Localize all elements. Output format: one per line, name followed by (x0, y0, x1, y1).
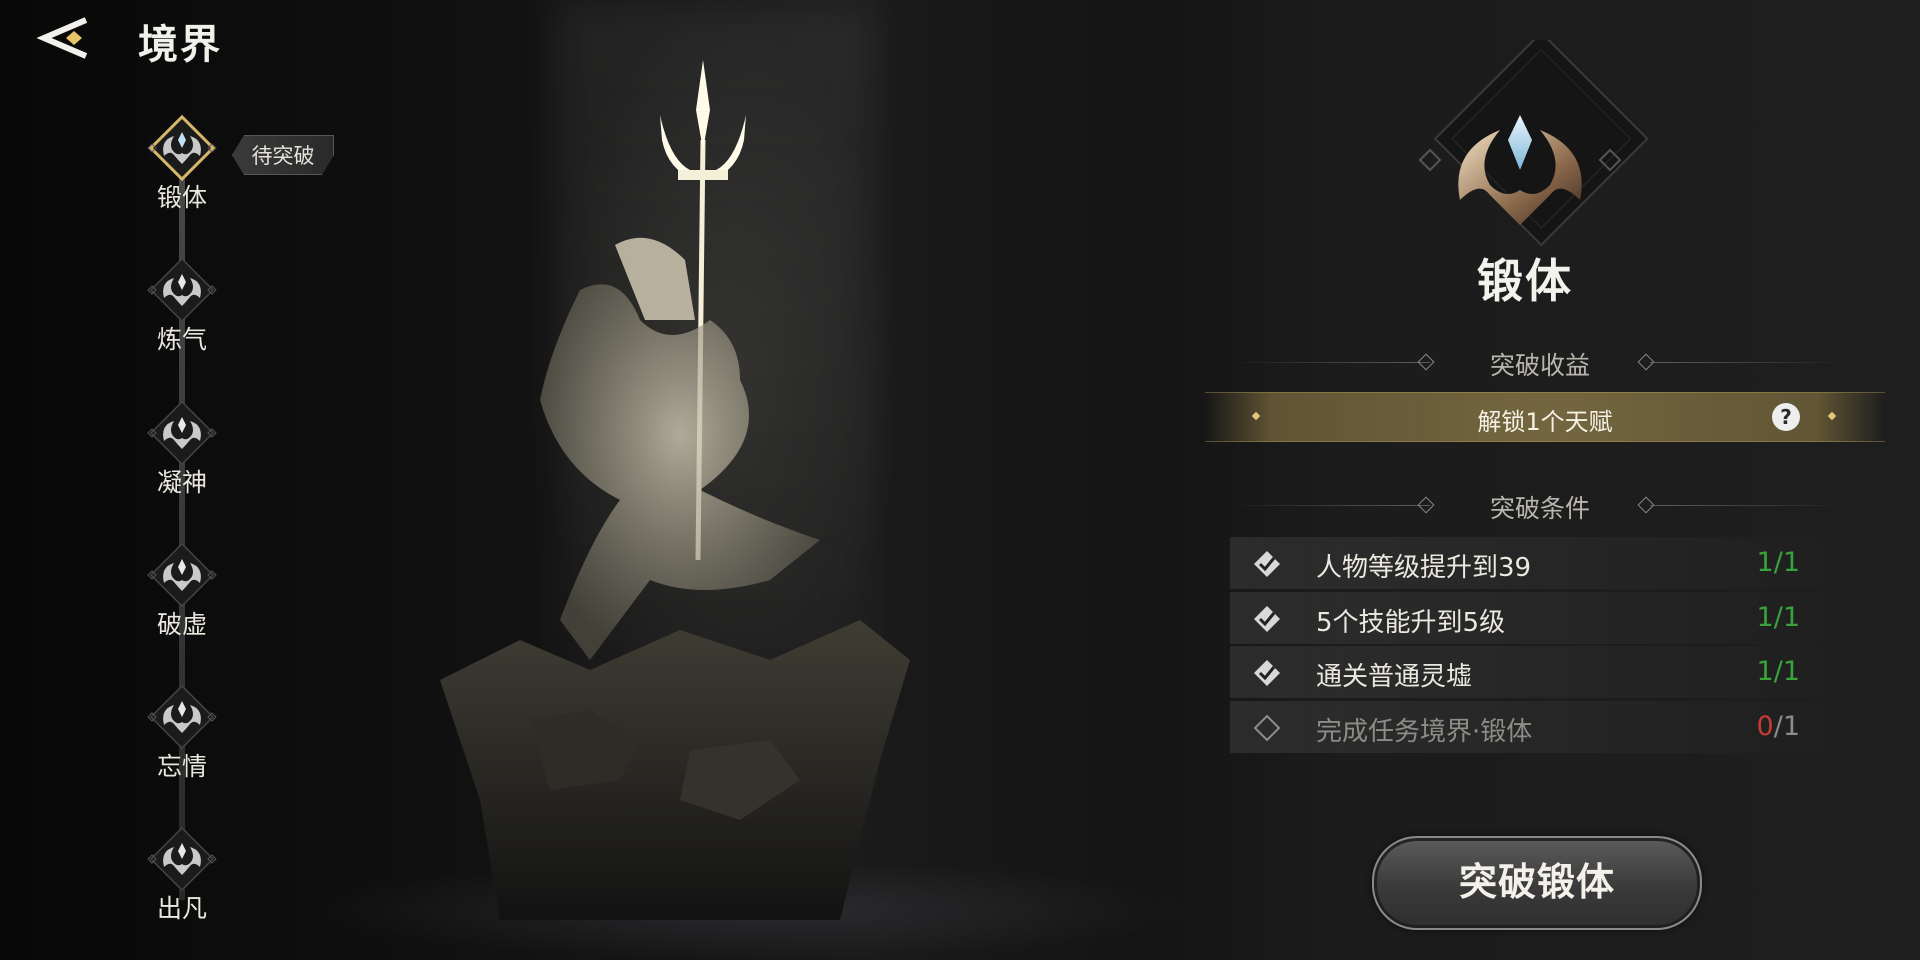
realm-label: 凝神 (156, 468, 207, 497)
progress-current: 0 (1756, 711, 1774, 742)
realm-item[interactable]: 炼气 (126, 244, 238, 356)
realm-emblem-icon (147, 826, 217, 892)
realm-label: 锻体 (156, 183, 207, 212)
pending-breakthrough-badge: 待突破 (232, 135, 334, 175)
realm-emblem-icon (147, 114, 217, 182)
progress-separator: / (1773, 656, 1783, 687)
realm-item[interactable]: 出凡 (126, 813, 238, 925)
realm-label: 忘情 (156, 752, 207, 781)
selected-realm-name: 锻体 (1477, 254, 1573, 308)
realm-item[interactable]: 忘情 (126, 671, 238, 783)
empty-diamond-icon (1253, 714, 1281, 742)
condition-text: 人物等级提升到39 (1316, 553, 1532, 583)
realm-emblem-icon (147, 257, 217, 323)
progress-separator: / (1773, 711, 1783, 742)
progress-total: 1 (1782, 547, 1800, 578)
reward-bar: 解锁1个天赋 ? (1205, 392, 1885, 442)
realm-emblem-icon (147, 684, 217, 750)
progress-total: 1 (1782, 656, 1800, 687)
progress-current: 1 (1756, 656, 1774, 687)
realm-item[interactable]: 破虚 (126, 529, 238, 641)
back-button[interactable] (36, 14, 96, 62)
condition-progress: 1/1 (1757, 602, 1800, 633)
divider-line (1650, 362, 1850, 363)
realm-label: 炼气 (156, 325, 207, 354)
progress-separator: / (1773, 547, 1783, 578)
condition-row: 5个技能升到5级 1/1 (1230, 592, 1880, 644)
realm-emblem-large-icon (1418, 40, 1649, 247)
check-diamond-icon (1254, 660, 1280, 686)
condition-text: 完成任务境界·锻体 (1316, 717, 1533, 747)
back-arrow-icon (36, 17, 88, 59)
condition-row: 人物等级提升到39 1/1 (1230, 537, 1880, 589)
condition-text: 通关普通灵墟 (1316, 662, 1473, 692)
check-diamond-icon (1254, 606, 1280, 632)
condition-section-header: 突破条件 (1230, 485, 1920, 525)
reward-section-title: 突破收益 (1489, 351, 1590, 380)
realm-label: 破虚 (156, 610, 207, 639)
progress-separator: / (1773, 602, 1783, 633)
check-diamond-icon (1254, 551, 1280, 577)
divider-line (1230, 505, 1430, 506)
realm-label: 出凡 (156, 894, 207, 923)
page-title: 境界 (138, 22, 222, 68)
divider-line (1650, 505, 1850, 506)
realm-item[interactable]: 凝神 (126, 387, 238, 499)
character-statue (440, 60, 910, 920)
diamond-ornament-icon (1417, 353, 1435, 371)
reward-section-header: 突破收益 (1230, 342, 1920, 382)
condition-section-title: 突破条件 (1489, 494, 1590, 523)
progress-total: 1 (1782, 711, 1800, 742)
condition-progress: 1/1 (1757, 547, 1800, 578)
condition-progress: 1/1 (1757, 656, 1800, 687)
condition-row: 通关普通灵墟 1/1 (1230, 646, 1880, 698)
condition-row: 完成任务境界·锻体 0/1 (1230, 701, 1880, 753)
progress-current: 1 (1756, 602, 1774, 633)
progress-current: 1 (1756, 547, 1774, 578)
realm-emblem-icon (147, 400, 217, 466)
realm-screen: 境界 锻体 炼气 凝神 破虚 忘情 出凡 待突破 锻体 突破收益 解锁1个天赋 … (0, 0, 1920, 960)
condition-text: 5个技能升到5级 (1316, 608, 1506, 638)
divider-line (1230, 362, 1430, 363)
breakthrough-button[interactable]: 突破锻体 (1372, 836, 1702, 930)
help-icon[interactable]: ? (1772, 403, 1800, 431)
diamond-ornament-icon (1417, 496, 1435, 514)
condition-progress: 0/1 (1757, 711, 1800, 742)
realm-item[interactable]: 锻体 (126, 102, 238, 214)
progress-total: 1 (1782, 602, 1800, 633)
realm-emblem-icon (147, 542, 217, 608)
